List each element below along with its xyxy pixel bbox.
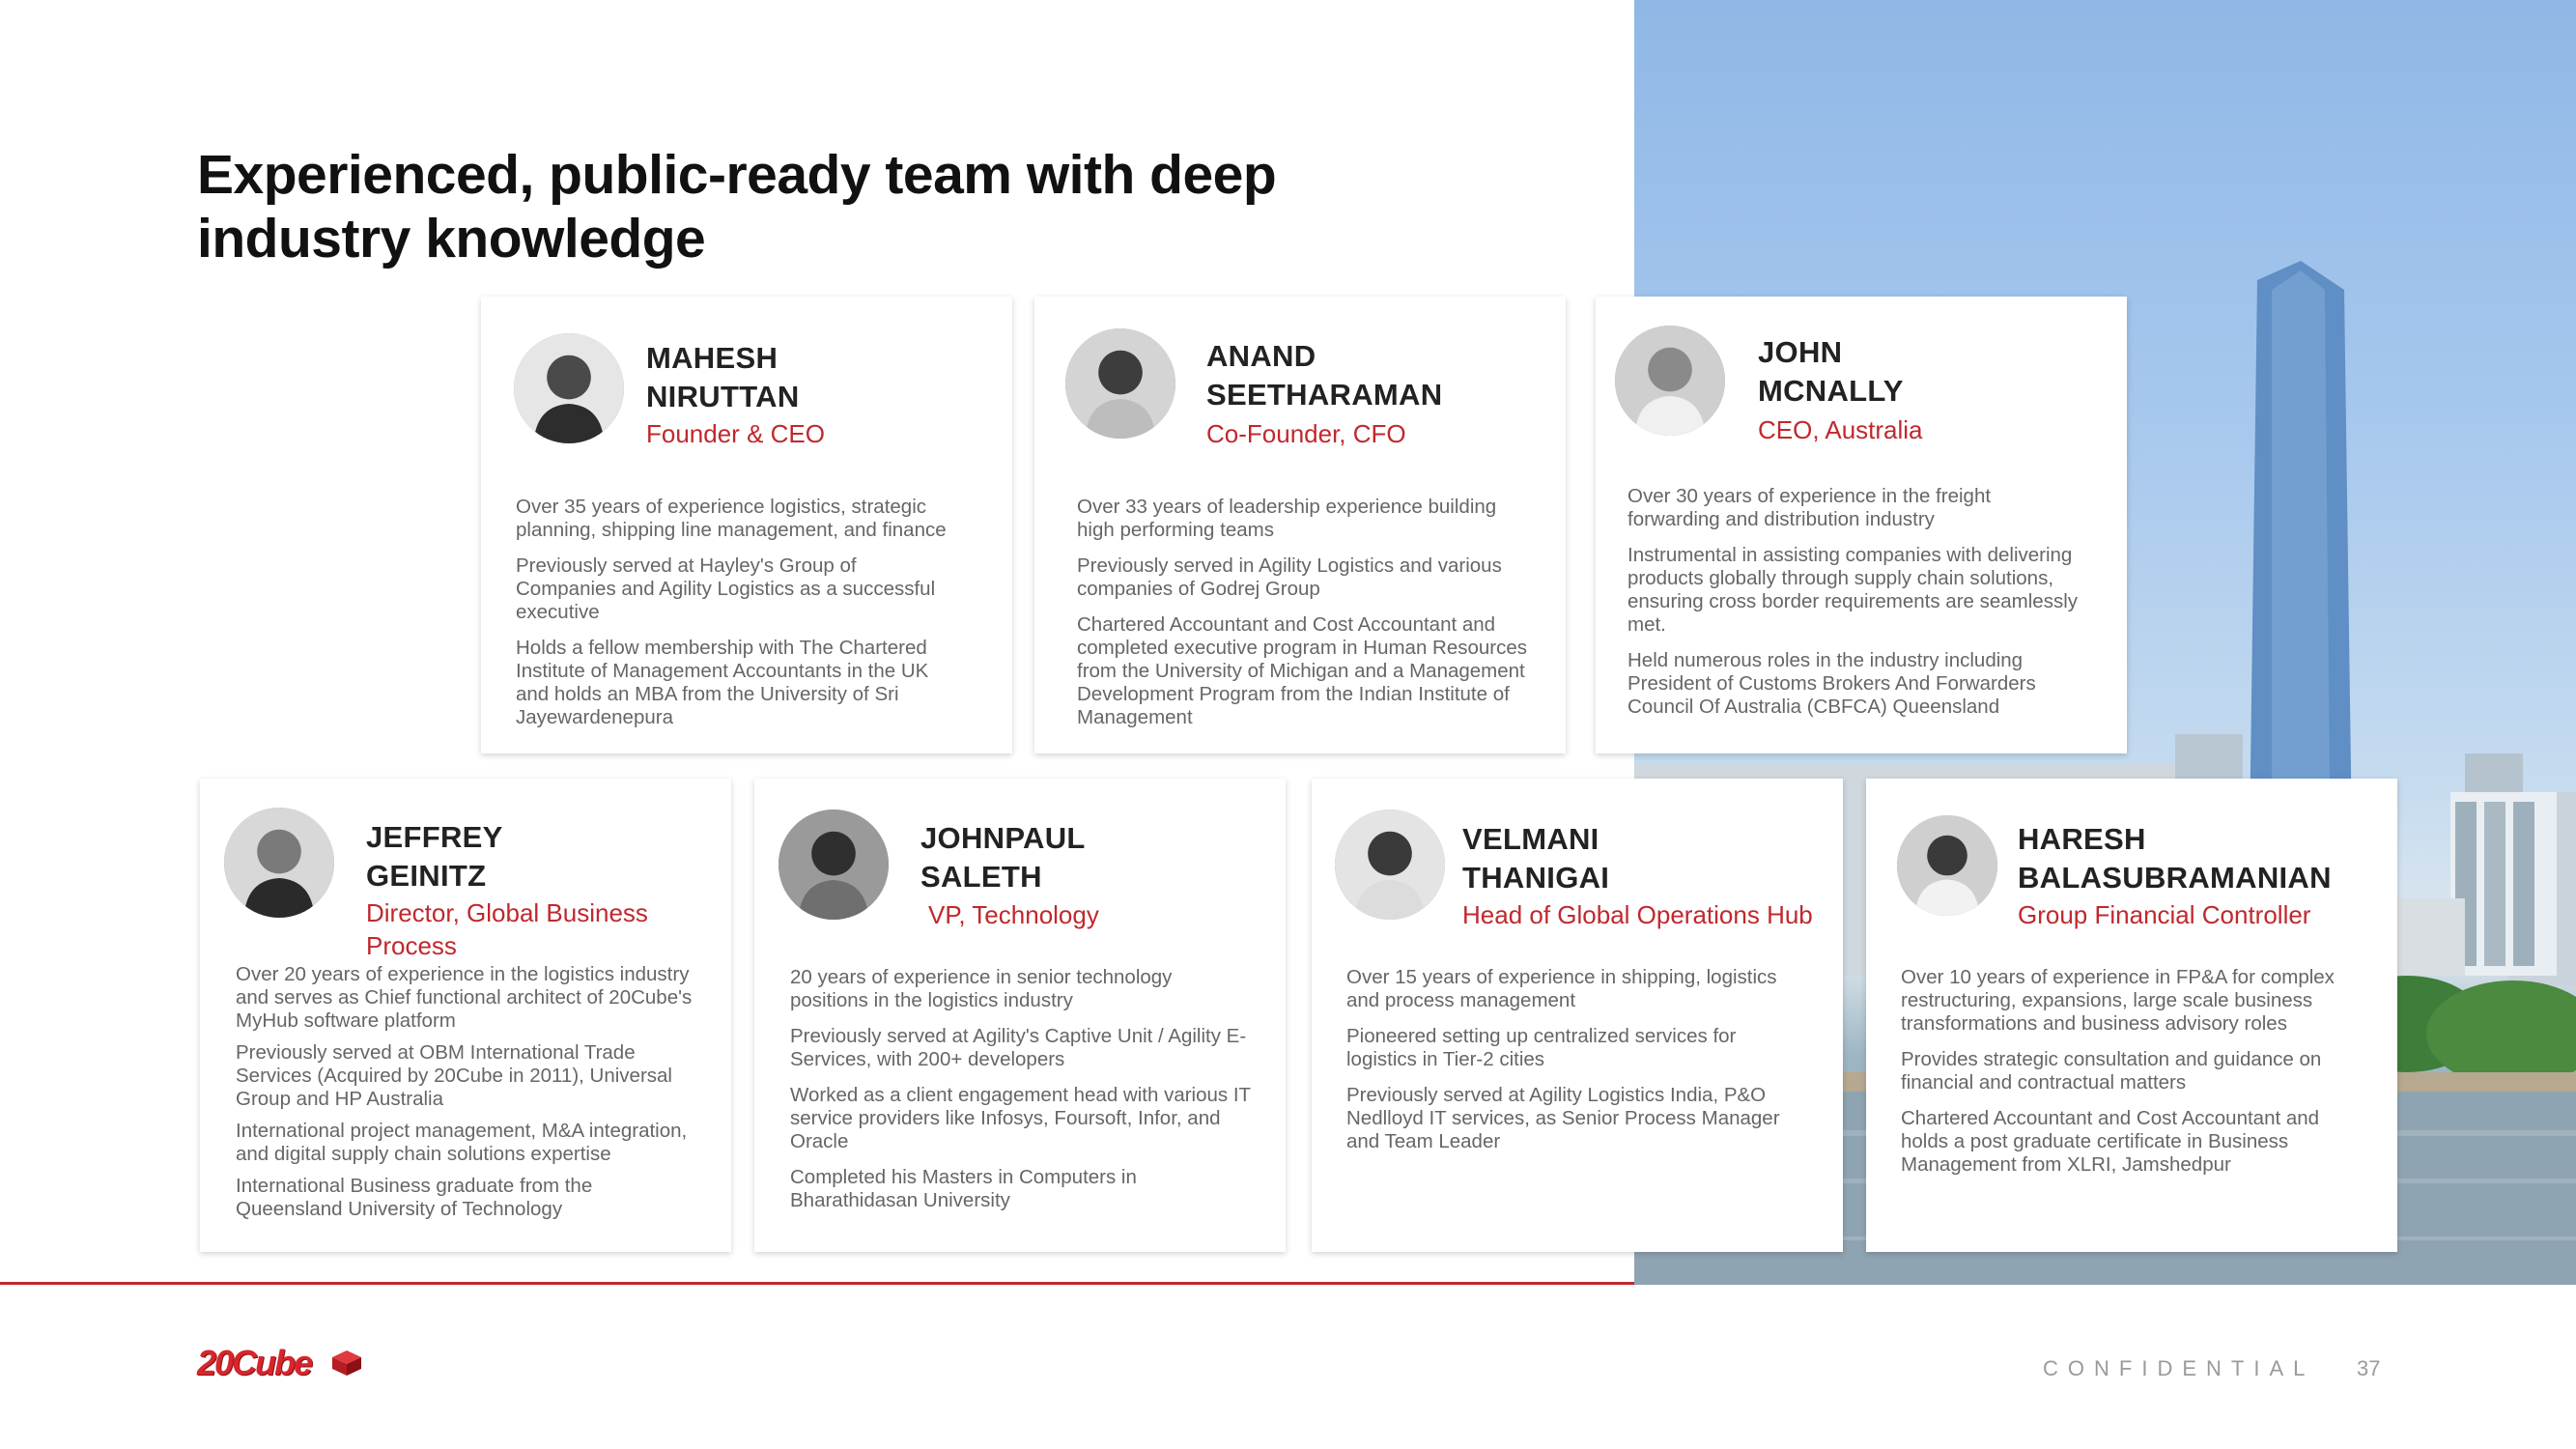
bullet-text: Worked as a client engagement head with … — [790, 1084, 1251, 1152]
team-card: ANAND SEETHARAMAN Co-Founder, CFO Over 3… — [1034, 297, 1566, 753]
bullet-text: Previously served at Agility's Captive U… — [790, 1025, 1247, 1070]
bullet-text: Over 10 years of experience in FP&A for … — [1901, 966, 2335, 1035]
bullet-text: Holds a fellow membership with The Chart… — [516, 637, 929, 728]
name-line: MAHESH — [646, 341, 778, 375]
bullet-text: Completed his Masters in Computers in Bh… — [790, 1166, 1137, 1211]
avatar — [224, 808, 334, 918]
bullet-text: Over 20 years of experience in the logis… — [236, 963, 693, 1032]
member-role: Founder & CEO — [646, 419, 825, 448]
member-role: Group Financial Controller — [2018, 900, 2311, 929]
avatar — [514, 333, 624, 443]
footer-divider — [0, 1282, 1634, 1285]
member-bullets: Over 20 years of experience in the logis… — [236, 963, 699, 1234]
avatar — [778, 810, 889, 920]
member-bullets: Over 30 years of experience in the freig… — [1628, 485, 2081, 731]
page-number: 37 — [2357, 1356, 2381, 1380]
avatar — [1897, 815, 1997, 916]
member-role: CEO, Australia — [1758, 415, 1923, 444]
name-line: GEINITZ — [366, 859, 487, 893]
team-card: MAHESH NIRUTTAN Founder & CEO Over 35 ye… — [481, 297, 1012, 753]
name-line: JOHNPAUL — [920, 821, 1086, 855]
member-bullets: Over 15 years of experience in shipping,… — [1346, 966, 1810, 1166]
bullet-text: Previously served at Hayley's Group of C… — [516, 554, 936, 623]
name-line: BALASUBRAMANIAN — [2018, 861, 2332, 895]
bullet-text: Previously served in Agility Logistics a… — [1077, 554, 1502, 600]
bullet-text: Over 30 years of experience in the freig… — [1628, 485, 1992, 530]
member-name: JEFFREY GEINITZ — [366, 818, 503, 895]
bullet-text: 20 years of experience in senior technol… — [790, 966, 1173, 1011]
name-line: THANIGAI — [1462, 861, 1610, 895]
bullet-text: Pioneered setting up centralized service… — [1346, 1025, 1737, 1070]
team-card: VELMANI THANIGAI Head of Global Operatio… — [1312, 779, 1843, 1252]
member-role: Director, Global Business Process — [366, 898, 648, 960]
name-line: JEFFREY — [366, 820, 503, 854]
logo-text: 20Cube — [197, 1343, 313, 1382]
member-name: JOHN MCNALLY — [1758, 333, 1904, 411]
name-line: SEETHARAMAN — [1206, 378, 1443, 412]
name-line: VELMANI — [1462, 822, 1599, 856]
name-line: ANAND — [1206, 339, 1316, 373]
bullet-text: Chartered Accountant and Cost Accountant… — [1901, 1107, 2320, 1176]
member-name: HARESH BALASUBRAMANIAN — [2018, 820, 2332, 897]
team-card: JEFFREY GEINITZ Director, Global Busines… — [200, 779, 731, 1252]
bullet-text: Over 35 years of experience logistics, s… — [516, 496, 947, 541]
bullet-text: Over 33 years of leadership experience b… — [1077, 496, 1497, 541]
member-bullets: Over 33 years of leadership experience b… — [1077, 496, 1531, 742]
name-line: JOHN — [1758, 335, 1843, 369]
name-line: NIRUTTAN — [646, 380, 800, 413]
bullet-text: Over 15 years of experience in shipping,… — [1346, 966, 1777, 1011]
bullet-text: Previously served at Agility Logistics I… — [1346, 1084, 1780, 1152]
confidential-label: CONFIDENTIAL — [2043, 1356, 2315, 1380]
member-bullets: 20 years of experience in senior technol… — [790, 966, 1254, 1225]
bullet-text: International project management, M&A in… — [236, 1120, 688, 1165]
team-card: HARESH BALASUBRAMANIAN Group Financial C… — [1866, 779, 2397, 1252]
name-line: HARESH — [2018, 822, 2146, 856]
bullet-text: Chartered Accountant and Cost Accountant… — [1077, 613, 1528, 728]
bullet-text: Held numerous roles in the industry incl… — [1628, 649, 2036, 718]
bullet-text: Provides strategic consultation and guid… — [1901, 1048, 2322, 1094]
member-name: MAHESH NIRUTTAN — [646, 339, 800, 416]
avatar — [1065, 328, 1175, 439]
avatar — [1335, 810, 1445, 920]
company-logo: 20Cube — [197, 1339, 371, 1387]
member-bullets: Over 10 years of experience in FP&A for … — [1901, 966, 2364, 1189]
member-role: VP, Technology — [928, 900, 1099, 929]
member-bullets: Over 35 years of experience logistics, s… — [516, 496, 960, 742]
bullet-text: Instrumental in assisting companies with… — [1628, 544, 2079, 636]
member-name: ANAND SEETHARAMAN — [1206, 337, 1442, 414]
team-card: JOHNPAUL SALETH VP, Technology 20 years … — [754, 779, 1286, 1252]
bullet-text: Previously served at OBM International T… — [236, 1041, 672, 1110]
team-card: JOHN MCNALLY CEO, Australia Over 30 year… — [1596, 297, 2127, 753]
name-line: MCNALLY — [1758, 374, 1904, 408]
member-role: Co-Founder, CFO — [1206, 419, 1406, 448]
member-role: Head of Global Operations Hub — [1462, 900, 1813, 929]
member-name: JOHNPAUL SALETH — [920, 819, 1086, 896]
name-line: SALETH — [920, 860, 1042, 894]
cube-icon — [332, 1350, 361, 1376]
member-name: VELMANI THANIGAI — [1462, 820, 1609, 897]
page-title: Experienced, public-ready team with deep… — [197, 144, 1277, 270]
bullet-text: International Business graduate from the… — [236, 1175, 593, 1220]
avatar — [1615, 326, 1725, 436]
